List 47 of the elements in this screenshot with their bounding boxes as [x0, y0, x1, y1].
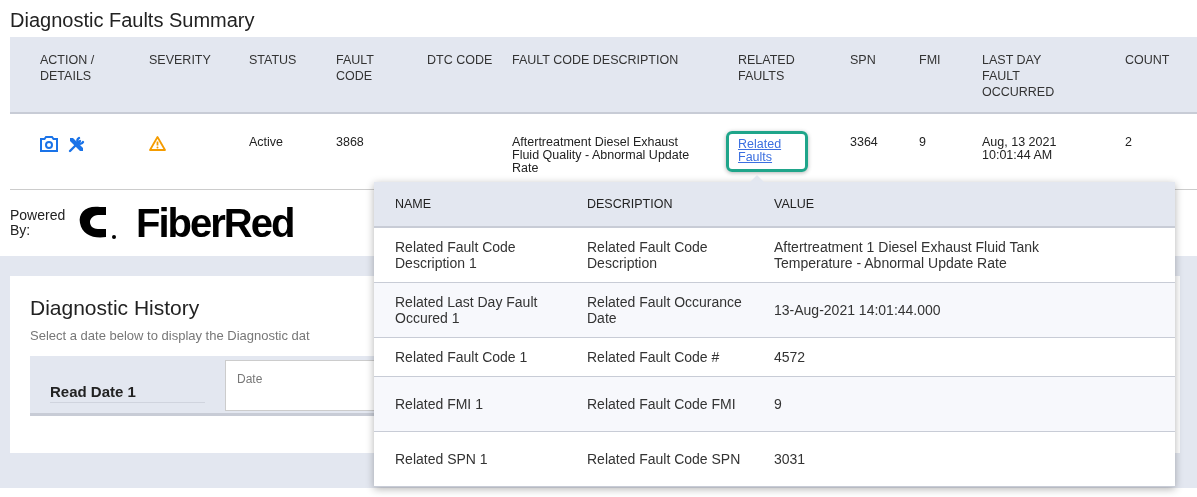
- table-cell-text: 3868: [336, 136, 365, 151]
- column-header: SPN: [850, 52, 877, 68]
- table-cell-text: Related SPN 1: [395, 451, 489, 467]
- column-header: COUNT: [1125, 52, 1171, 68]
- table-cell-text: Related Fault Occurance Date: [587, 294, 743, 326]
- hint-text: Select a date below to display the Diagnostic dat: [30, 328, 311, 343]
- column-header: FMI: [919, 52, 942, 68]
- column-header: DTC CODE: [427, 52, 494, 68]
- column-header: RELATED FAULTS: [738, 52, 796, 84]
- table-cell-text: 4572: [774, 349, 807, 365]
- table-cell-text: Related Fault Code Description: [587, 239, 709, 271]
- warning-icon: [149, 136, 166, 151]
- table-cell-text: Related Fault Code FMI: [587, 396, 737, 412]
- related-faults-link[interactable]: Related Faults: [726, 131, 808, 172]
- section-title: Diagnostic History: [30, 296, 200, 320]
- table-cell-text: 9: [774, 396, 783, 412]
- table-cell-text: 3364: [850, 136, 879, 151]
- column-header: FAULT CODE: [336, 52, 375, 84]
- read-date-label: Read Date 1: [50, 382, 205, 403]
- table-cell-text: Related Fault Code 1: [395, 349, 529, 365]
- table-cell-text: 3031: [774, 451, 807, 467]
- powered-by-label: Powered By:: [10, 208, 67, 238]
- table-cell-text: Aug, 13 2021 10:01:44 AM: [982, 136, 1058, 164]
- table-cell-text: 13-Aug-2021 14:01:44.000: [774, 302, 942, 318]
- column-header: DESCRIPTION: [587, 197, 674, 211]
- column-header: LAST DAY FAULT OCCURRED: [982, 52, 1054, 100]
- table-cell-text: Related Last Day Fault Occured 1: [395, 294, 539, 326]
- table-cell-text: Related FMI 1: [395, 396, 484, 412]
- table-cell-text: Related Fault Code Description 1: [395, 239, 517, 271]
- table-cell-text: 2: [1125, 136, 1133, 151]
- table-cell-text: Related Fault Code #: [587, 349, 721, 365]
- page-title: Diagnostic Faults Summary: [9, 8, 256, 33]
- table-cell-text: 9: [919, 136, 927, 151]
- column-header: FAULT CODE DESCRIPTION: [512, 52, 680, 68]
- camera-icon[interactable]: [40, 136, 58, 152]
- table-cell-text: Aftertreatment Diesel Exhaust Fluid Quality - Abnormal Update Rate: [512, 136, 691, 177]
- column-header: SEVERITY: [149, 52, 212, 68]
- table-cell-text: Active: [249, 136, 285, 151]
- tools-icon[interactable]: [68, 136, 85, 153]
- table-cell-text: Related Fault Code SPN: [587, 451, 742, 467]
- logo-text: FiberRed: [136, 200, 294, 246]
- column-header: STATUS: [249, 52, 298, 68]
- column-header: NAME: [395, 197, 433, 211]
- logo-icon: [78, 205, 118, 241]
- column-header: VALUE: [774, 197, 816, 211]
- table-cell-text: Aftertreatment 1 Diesel Exhaust Fluid Tank Temperature - Abnormal Update Rate: [774, 239, 1041, 271]
- column-header: ACTION / DETAILS: [40, 52, 96, 84]
